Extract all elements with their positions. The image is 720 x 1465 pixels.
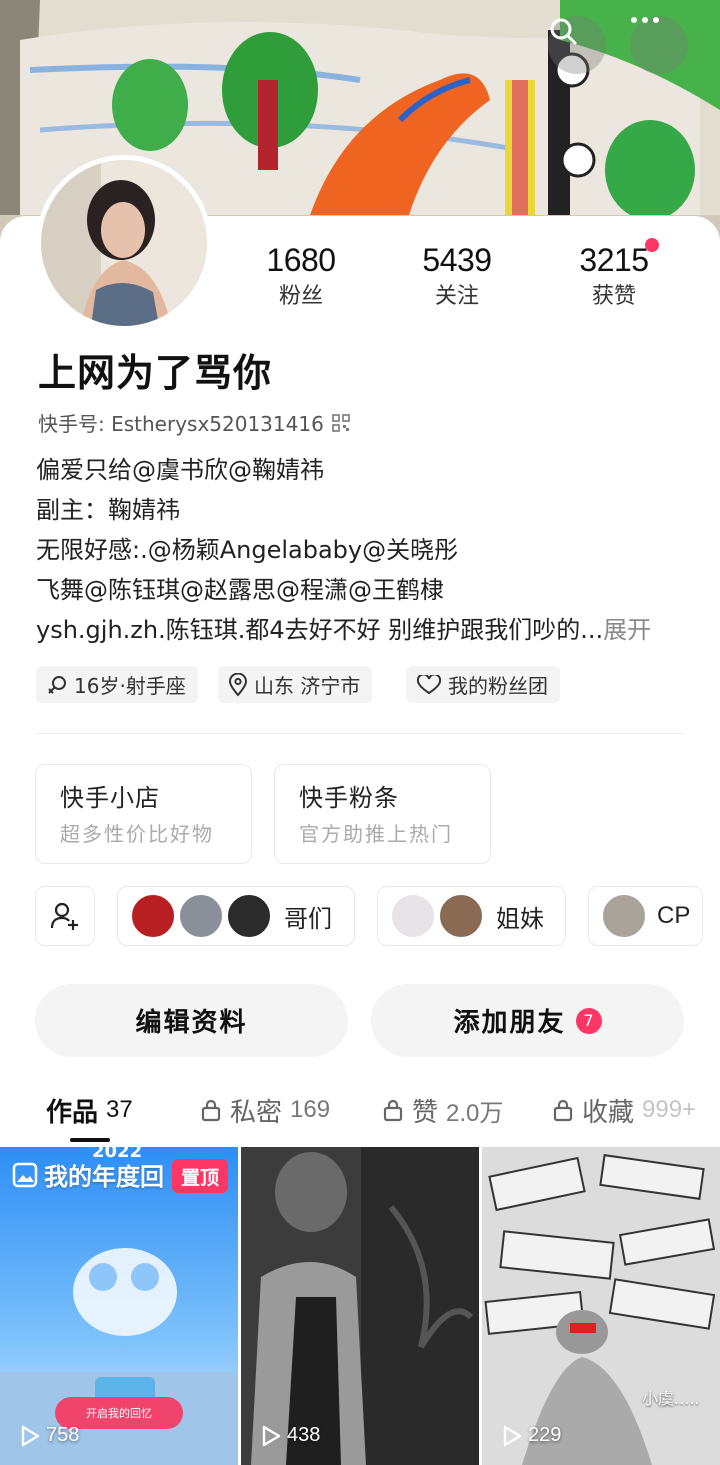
kuaishou-id[interactable]: 快手号: Estherysx520131416 [38, 408, 350, 437]
edit-profile-label: 编辑资料 [135, 1008, 248, 1038]
tag-age-zodiac[interactable]: 16岁·射手座 [36, 666, 198, 703]
video-title: 我的年度回 [44, 1163, 164, 1191]
video-thumbnail [241, 1147, 479, 1465]
play-count-value: 438 [287, 1424, 321, 1446]
play-icon [503, 1425, 522, 1446]
female-gender-icon [48, 675, 66, 694]
play-count-value: 758 [46, 1424, 80, 1446]
bio-line: 无限好感:.@杨颖Angelababy@关晓彤 [36, 536, 459, 564]
avatar[interactable] [36, 155, 212, 331]
add-group-button[interactable] [35, 886, 95, 946]
tab-likes[interactable]: 赞 2.0万 [382, 1090, 503, 1130]
service-title: 快手粉条 [299, 784, 399, 812]
pinned-badge: 置顶 [172, 1159, 228, 1193]
image-icon [12, 1162, 38, 1187]
tag-location[interactable]: 山东 济宁市 [218, 666, 373, 703]
stat-value: 1680 [266, 242, 336, 278]
notification-dot [645, 238, 659, 252]
group-member-avatar [130, 893, 176, 939]
video-year: 2022 [92, 1147, 143, 1162]
group-member-avatar [601, 893, 647, 939]
qrcode-icon [332, 413, 350, 432]
tab-favorites[interactable]: 收藏 999+ [552, 1090, 696, 1130]
add-person-icon [50, 902, 78, 930]
video-tile[interactable]: 小虞..... 229 [482, 1147, 720, 1465]
stat-label: 粉丝 [278, 284, 323, 309]
play-count-value: 229 [528, 1424, 562, 1446]
avatar-image [41, 160, 207, 326]
lock-icon [383, 1099, 403, 1122]
group-cp[interactable]: CP [588, 886, 703, 946]
group-label: 哥们 [284, 904, 332, 933]
tab-count: 999+ [642, 1096, 697, 1123]
tag-label: 我的粉丝团 [448, 674, 548, 698]
stat-label: 获赞 [591, 284, 636, 309]
tag-label: 山东 济宁市 [254, 674, 361, 698]
edit-profile-button[interactable]: 编辑资料 [35, 984, 348, 1057]
add-friend-badge: 7 [575, 1007, 602, 1034]
tab-label: 作品 [46, 1097, 99, 1128]
play-count: 229 [502, 1424, 561, 1447]
video-thumbnail [482, 1147, 720, 1465]
nickname: 上网为了骂你 [38, 351, 273, 395]
bio-expand-link[interactable]: 展开 [603, 616, 651, 644]
play-count: 438 [261, 1424, 320, 1447]
stat-likes[interactable]: 3215 获赞 [554, 240, 674, 314]
more-button[interactable] [630, 16, 688, 74]
search-icon [550, 18, 577, 45]
service-subtitle: 超多性价比好物 [60, 822, 214, 846]
video-cta: 开启我的回忆 [86, 1407, 152, 1420]
section-divider [36, 733, 684, 734]
video-caption: 小虞..... [642, 1389, 700, 1408]
group-member-avatar [178, 893, 224, 939]
group-member-avatar [226, 893, 272, 939]
location-pin-icon [228, 672, 248, 697]
bio-last-line: ysh.gjh.zh.陈钰琪.都4去好不好 别维护跟我们吵的...展开 [36, 610, 696, 650]
video-tile[interactable]: 438 [241, 1147, 479, 1465]
kuaishou-id-text: 快手号: Estherysx520131416 [38, 412, 324, 436]
group-label: CP [657, 902, 691, 929]
tab-count: 37 [106, 1096, 133, 1123]
group-member-avatar [438, 893, 484, 939]
stat-followers[interactable]: 1680 粉丝 [241, 240, 361, 314]
service-title: 快手小店 [60, 784, 160, 812]
bio[interactable]: 偏爱只给@虞书欣@鞠婧祎 副主：鞠婧祎 无限好感:.@杨颖Angelababy@… [36, 450, 696, 650]
tab-label: 赞 [412, 1097, 439, 1128]
tab-private[interactable]: 私密 169 [200, 1090, 330, 1130]
play-icon [21, 1425, 40, 1446]
tab-label: 私密 [230, 1097, 283, 1128]
tag-fan-club[interactable]: 我的粉丝团 [406, 666, 560, 703]
lock-icon [201, 1099, 221, 1122]
more-icon [631, 17, 659, 23]
group-label: 姐妹 [496, 904, 544, 933]
service-subtitle: 官方助推上热门 [299, 822, 453, 846]
group-bros[interactable]: 哥们 [117, 886, 355, 946]
stat-label: 关注 [434, 284, 479, 309]
tab-label: 收藏 [582, 1097, 635, 1128]
video-tile[interactable]: 我的年度回 2022 置顶 开启我的回忆 758 [0, 1147, 238, 1465]
tab-count: 169 [290, 1096, 331, 1123]
bio-line: ysh.gjh.zh.陈钰琪.都4去好不好 别维护跟我们吵的... [36, 616, 604, 644]
stat-value: 5439 [422, 242, 492, 278]
service-kuaishou-promotion[interactable]: 快手粉条 官方助推上热门 [274, 764, 491, 864]
add-friend-button[interactable]: 添加朋友 7 [371, 984, 684, 1057]
play-count: 758 [20, 1424, 79, 1447]
bio-line: 副主：鞠婧祎 [36, 496, 180, 524]
tab-works[interactable]: 作品 37 [46, 1090, 133, 1130]
lock-icon [553, 1099, 573, 1122]
tab-count: 2.0万 [446, 1099, 504, 1127]
group-member-avatar [390, 893, 436, 939]
active-tab-indicator [70, 1138, 110, 1142]
stat-following[interactable]: 5439 关注 [397, 240, 517, 314]
bio-line: 飞舞@陈钰琪@赵露思@程潇@王鹤棣 [36, 576, 444, 604]
heart-icon [416, 674, 442, 694]
play-icon [262, 1425, 281, 1446]
tag-label: 16岁·射手座 [74, 674, 186, 698]
add-friend-label: 添加朋友 [453, 1008, 566, 1038]
group-sisters[interactable]: 姐妹 [377, 886, 566, 946]
bio-line: 偏爱只给@虞书欣@鞠婧祎 [36, 456, 324, 484]
video-title-row: 我的年度回 [12, 1157, 164, 1192]
search-button[interactable] [548, 16, 606, 74]
service-kuaishou-shop[interactable]: 快手小店 超多性价比好物 [35, 764, 252, 864]
